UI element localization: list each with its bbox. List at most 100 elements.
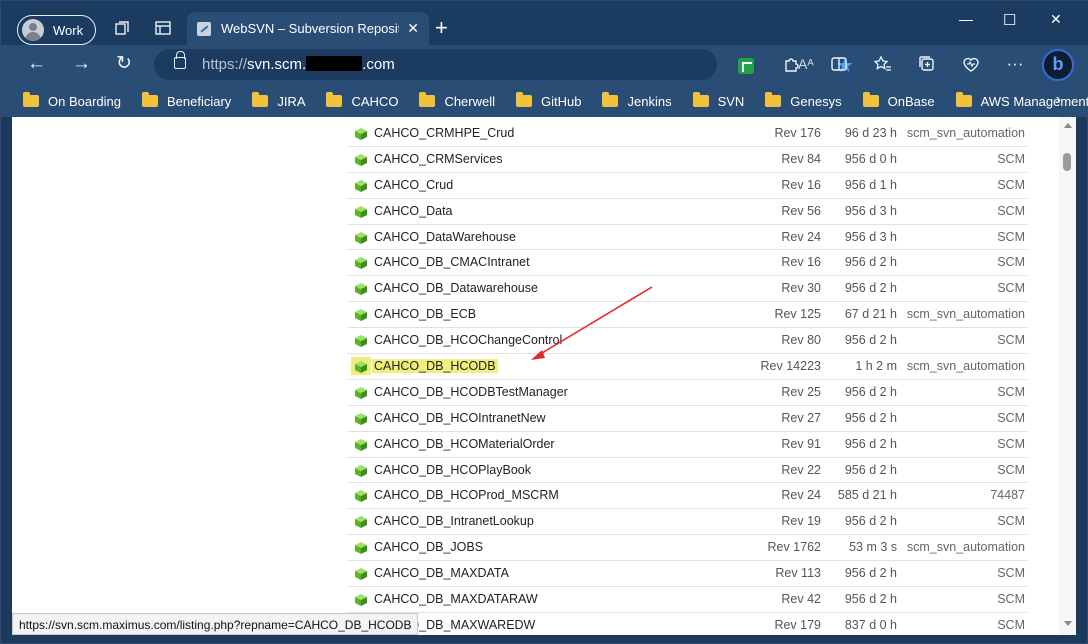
- repo-revision[interactable]: Rev 113: [775, 566, 821, 580]
- bookmark-item[interactable]: AWS Management...: [955, 92, 1088, 109]
- repo-revision[interactable]: Rev 30: [781, 281, 821, 295]
- table-row[interactable]: CAHCO_CRMServices Rev 84 956 d 0 h SCM: [347, 147, 1027, 173]
- bookmark-item[interactable]: GitHub: [516, 92, 581, 109]
- table-row[interactable]: CAHCO_DB_MAXWAREDW Rev 179 837 d 0 h SCM: [347, 613, 1027, 635]
- repo-name-link[interactable]: CAHCO_DB_HCOPlayBook: [374, 463, 531, 477]
- table-row[interactable]: CAHCO_DB_ECB Rev 125 67 d 21 h scm_svn_auto…: [347, 302, 1027, 329]
- repo-revision[interactable]: Rev 1762: [767, 540, 821, 554]
- repo-revision[interactable]: Rev 19: [781, 514, 821, 528]
- repo-name-link[interactable]: CAHCO_DB_HCOMaterialOrder: [374, 437, 555, 451]
- table-row[interactable]: CAHCO_DB_JOBS Rev 1762 53 m 3 s scm_svn_aut…: [347, 535, 1027, 562]
- repo-revision[interactable]: Rev 25: [781, 385, 821, 399]
- table-row[interactable]: CAHCO_DB_MAXDATA Rev 113 956 d 2 h SCM: [347, 561, 1027, 588]
- repo-name-link[interactable]: CAHCO_DB_MAXDATARAW: [374, 592, 538, 606]
- table-row[interactable]: CAHCO_DB_HCODBTestManager Rev 25 956 d 2 h…: [347, 380, 1027, 406]
- repo-author: scm_svn_automation: [906, 359, 1025, 374]
- table-row[interactable]: CAHCO_DB_HCOChangeControl Rev 80 956 d 2 h…: [347, 328, 1027, 355]
- copilot-bing-icon[interactable]: b: [1042, 49, 1074, 81]
- back-arrow-icon[interactable]: ←: [27, 54, 46, 74]
- repo-name-link[interactable]: CAHCO_DB_CMACIntranet: [374, 255, 530, 269]
- table-row[interactable]: CAHCO_DB_HCODB Rev 14223 1 h 2 m scm_svn_au…: [347, 354, 1027, 380]
- repo-name-link[interactable]: CAHCO_DB_MAXDATA: [374, 566, 509, 580]
- table-row[interactable]: CAHCO_Crud Rev 16 956 d 1 h SCM: [347, 173, 1027, 199]
- browser-essentials-icon[interactable]: [961, 54, 981, 74]
- repo-name-link[interactable]: CAHCO_CRMHPE_Crud: [374, 126, 514, 140]
- repo-name-link[interactable]: CAHCO_DB_HCOProd_MSCRM: [374, 488, 559, 502]
- bookmark-item[interactable]: JIRA: [252, 92, 305, 109]
- scroll-up-icon[interactable]: [1064, 123, 1072, 128]
- repo-name-link[interactable]: CAHCO_DB_IntranetLookup: [374, 514, 534, 528]
- repo-revision[interactable]: Rev 14223: [761, 359, 821, 373]
- scroll-thumb[interactable]: [1063, 153, 1071, 171]
- repo-revision[interactable]: Rev 56: [781, 204, 821, 218]
- repo-revision[interactable]: Rev 91: [781, 437, 821, 451]
- repo-revision[interactable]: Rev 24: [781, 488, 821, 502]
- repo-name-link[interactable]: CAHCO_DB_HCOIntranetNew: [374, 411, 546, 425]
- repo-name-link[interactable]: CAHCO_DB_HCODBTestManager: [374, 385, 568, 399]
- table-row[interactable]: CAHCO_DB_Datawarehouse Rev 30 956 d 2 h SCM: [347, 276, 1027, 303]
- repo-revision[interactable]: Rev 80: [781, 333, 821, 347]
- repo-name-link[interactable]: CAHCO_Crud: [374, 178, 453, 192]
- url-text[interactable]: https://svn.scm. .com: [202, 56, 395, 73]
- table-row[interactable]: CAHCO_DB_HCOMaterialOrder Rev 91 956 d 2 h…: [347, 432, 1027, 458]
- scroll-down-icon[interactable]: [1064, 621, 1072, 626]
- address-bar[interactable]: https://svn.scm. .com Aᴬ ★: [154, 49, 854, 80]
- lock-icon[interactable]: [174, 51, 186, 69]
- bookmark-item[interactable]: On Boarding: [23, 92, 121, 109]
- table-row[interactable]: CAHCO_CRMHPE_Crud Rev 176 96 d 23 h scm_svn…: [347, 121, 1027, 147]
- table-row[interactable]: CAHCO_DB_HCOIntranetNew Rev 27 956 d 2 h SC…: [347, 406, 1027, 432]
- bookmark-item[interactable]: CAHCO: [326, 92, 398, 109]
- table-row[interactable]: CAHCO_DB_HCOProd_MSCRM Rev 24 585 d 21 h 74…: [347, 483, 1027, 510]
- repo-name-link[interactable]: CAHCO_DataWarehouse: [374, 230, 516, 244]
- table-row[interactable]: CAHCO_DB_CMACIntranet Rev 16 956 d 2 h SCM: [347, 250, 1027, 277]
- repo-name-link[interactable]: CAHCO_DB_HCOChangeControl: [374, 333, 562, 347]
- repo-author: SCM: [997, 514, 1025, 529]
- extension-green-icon[interactable]: [738, 58, 754, 74]
- extensions-puzzle-icon[interactable]: [781, 54, 801, 74]
- collections-icon[interactable]: [917, 54, 937, 74]
- bookmarks-overflow-chevron-icon[interactable]: ›: [1056, 91, 1061, 109]
- bookmark-item[interactable]: Cherwell: [419, 92, 495, 109]
- table-row[interactable]: CAHCO_DB_HCOPlayBook Rev 22 956 d 2 h SCM: [347, 458, 1027, 484]
- repo-revision[interactable]: Rev 179: [774, 618, 821, 632]
- refresh-icon[interactable]: ↻: [116, 54, 132, 74]
- repo-name-link[interactable]: CAHCO_CRMServices: [374, 152, 503, 166]
- repo-name-link[interactable]: CAHCO_DB_JOBS: [374, 540, 483, 554]
- repo-revision[interactable]: Rev 42: [781, 592, 821, 606]
- table-row[interactable]: CAHCO_DB_MAXDATARAW Rev 42 956 d 2 h SCM: [347, 587, 1027, 613]
- workspaces-icon[interactable]: [113, 19, 131, 37]
- more-menu-icon[interactable]: ···: [1005, 54, 1025, 74]
- minimize-button[interactable]: —: [959, 11, 973, 27]
- tab-websvn[interactable]: WebSVN – Subversion Repositori ✕: [187, 12, 429, 45]
- repo-revision[interactable]: Rev 16: [781, 255, 821, 269]
- repo-revision[interactable]: Rev 24: [781, 230, 821, 244]
- bookmark-item[interactable]: OnBase: [862, 92, 935, 109]
- split-screen-icon[interactable]: [829, 54, 849, 74]
- repo-name-link[interactable]: CAHCO_DB_ECB: [374, 307, 476, 321]
- close-window-button[interactable]: ✕: [1050, 11, 1062, 28]
- favorites-icon[interactable]: [873, 54, 893, 74]
- repo-revision[interactable]: Rev 27: [781, 411, 821, 425]
- repo-revision[interactable]: Rev 22: [781, 463, 821, 477]
- table-row[interactable]: CAHCO_DataWarehouse Rev 24 956 d 3 h SCM: [347, 225, 1027, 251]
- repo-name-link[interactable]: CAHCO_Data: [374, 204, 453, 218]
- bookmark-item[interactable]: Genesys: [765, 92, 842, 109]
- bookmark-item[interactable]: Jenkins: [602, 92, 672, 109]
- vertical-scrollbar[interactable]: [1059, 117, 1076, 635]
- maximize-button[interactable]: ☐: [1003, 11, 1016, 29]
- tab-close-icon[interactable]: ✕: [407, 20, 419, 37]
- profile-button[interactable]: Work: [17, 15, 96, 45]
- table-row[interactable]: CAHCO_DB_IntranetLookup Rev 19 956 d 2 h SC…: [347, 509, 1027, 536]
- forward-arrow-icon[interactable]: →: [72, 54, 91, 74]
- repo-revision[interactable]: Rev 84: [781, 152, 821, 166]
- repo-name-link[interactable]: CAHCO_DB_Datawarehouse: [374, 281, 538, 295]
- new-tab-button[interactable]: +: [435, 17, 448, 39]
- bookmark-item[interactable]: SVN: [692, 92, 744, 109]
- table-row[interactable]: CAHCO_Data Rev 56 956 d 3 h SCM: [347, 199, 1027, 225]
- repo-revision[interactable]: Rev 125: [774, 307, 821, 321]
- bookmark-item[interactable]: Beneficiary: [142, 92, 231, 109]
- tab-actions-icon[interactable]: [154, 19, 172, 37]
- repo-name-link[interactable]: CAHCO_DB_HCODB: [372, 359, 498, 374]
- repo-revision[interactable]: Rev 176: [774, 126, 821, 140]
- repo-revision[interactable]: Rev 16: [781, 178, 821, 192]
